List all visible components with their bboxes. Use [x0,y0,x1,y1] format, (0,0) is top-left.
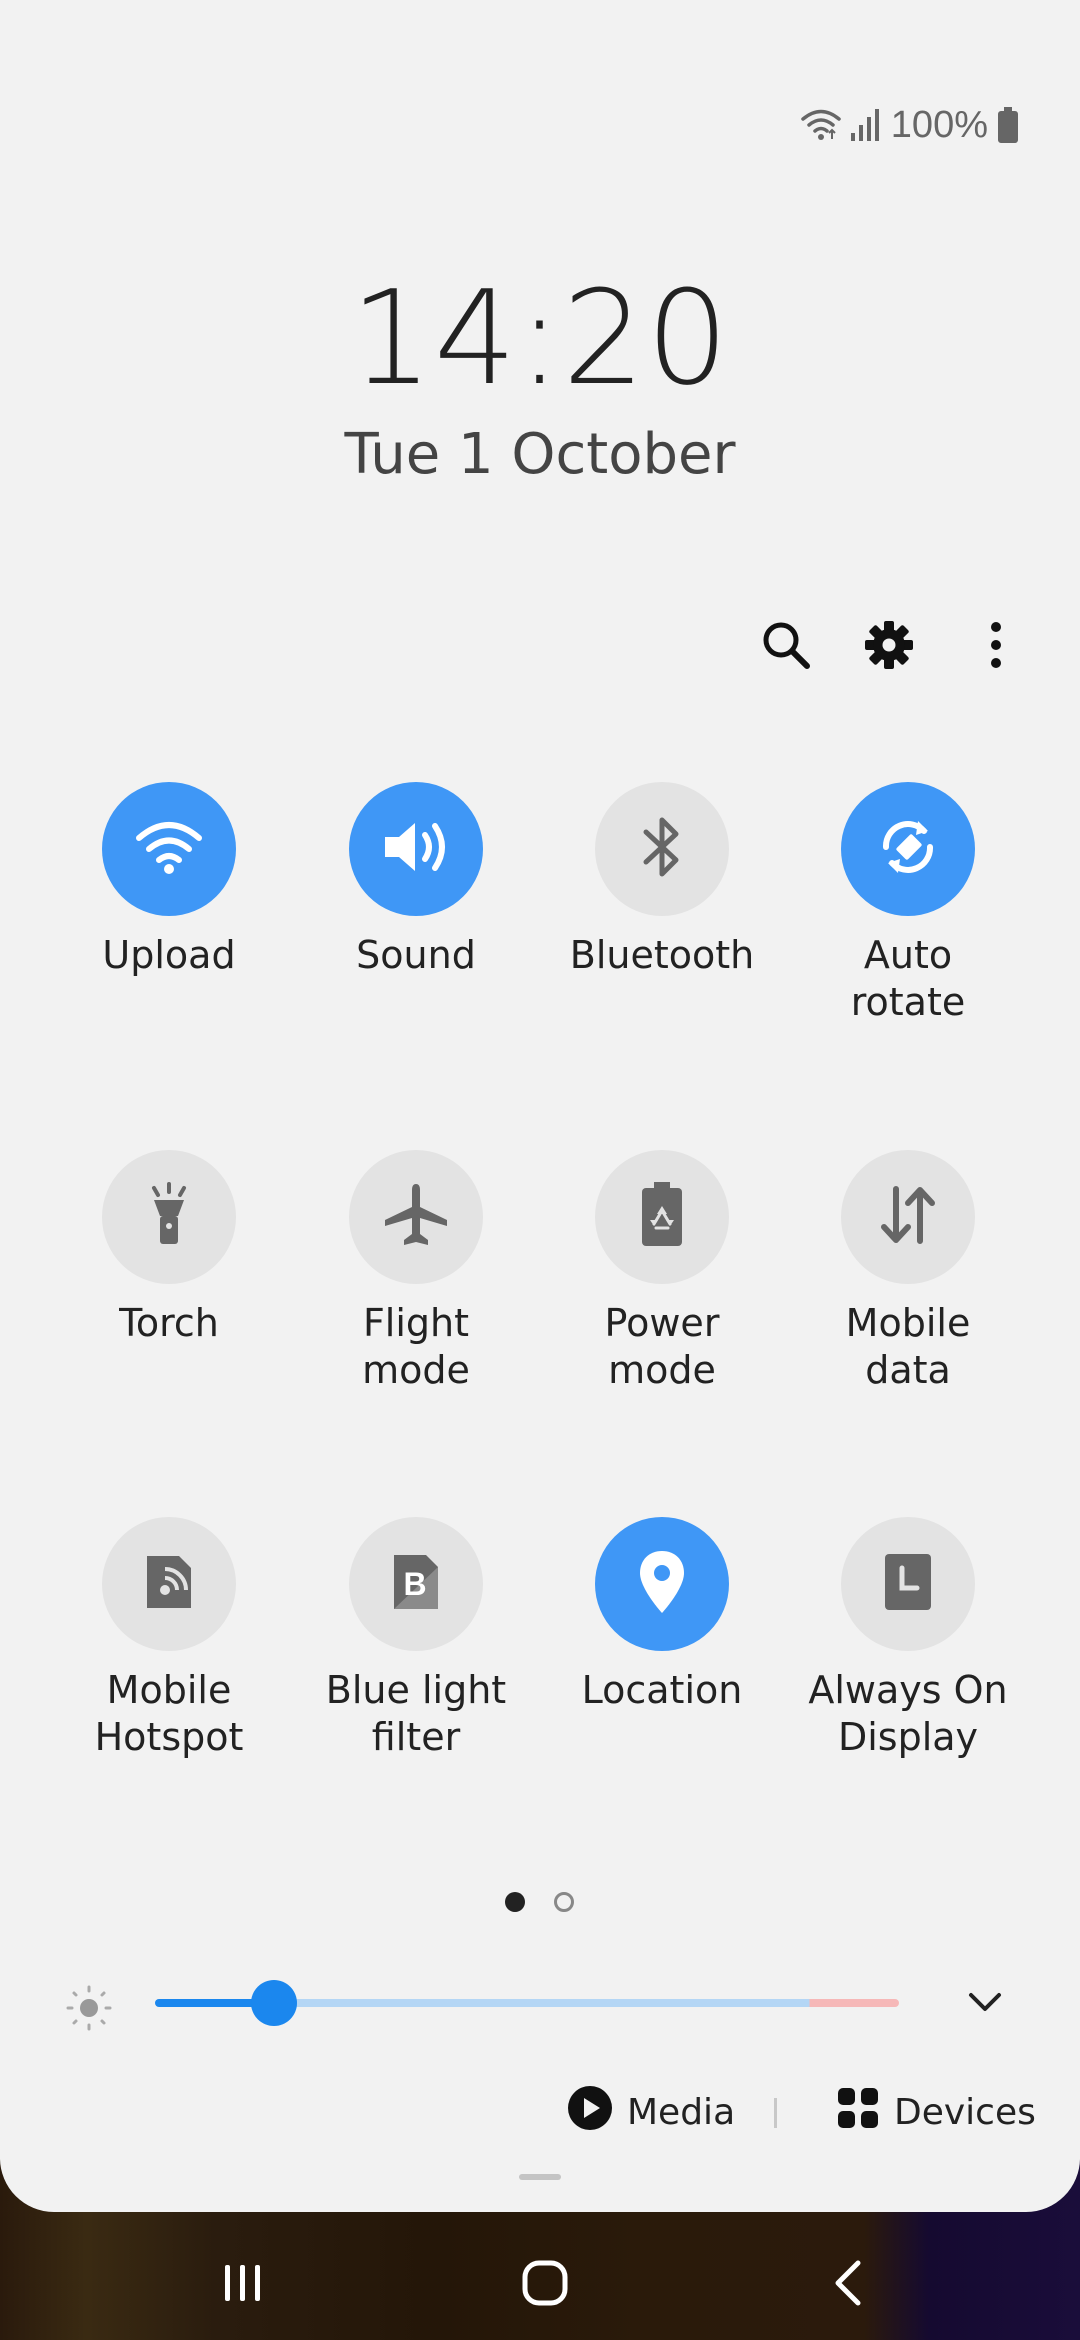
power-mode-icon [640,1181,684,1253]
tile-label: Sound [356,933,476,977]
devices-button[interactable]: Devices [836,2082,1036,2142]
tile-auto-rotate[interactable]: Auto rotate [785,782,1031,1026]
tile-torch[interactable]: Torch [46,1150,292,1347]
play-icon [567,2085,613,2140]
clock-time[interactable]: 14:20 [0,262,1080,414]
tile-flight-mode-button[interactable] [349,1150,483,1284]
wifi-icon [134,818,204,881]
page-dot[interactable] [554,1892,574,1912]
tile-label: Bluetooth [569,933,755,977]
status-bar: 100% [801,100,1018,150]
bluetooth-icon [640,814,684,885]
page-dot-active[interactable] [505,1892,525,1912]
recents-button[interactable] [203,2245,283,2325]
quick-settings-panel: 100% 14:20 Tue 1 October Upload Sound Bl… [0,0,1080,2212]
back-icon [830,2259,866,2312]
tile-label: Location [581,1668,743,1712]
tile-location-button[interactable] [595,1517,729,1651]
torch-icon [142,1181,196,1253]
tile-label: Power mode [604,1301,720,1392]
recents-icon [221,2263,265,2308]
tile-label: Upload [102,933,236,977]
volume-icon [381,817,451,882]
clock-date[interactable]: Tue 1 October [0,422,1080,487]
tile-label: Mobile Hotspot [94,1668,244,1759]
home-button[interactable] [505,2245,585,2325]
tile-label: Blue light filter [325,1668,507,1759]
wifi-icon [801,108,841,142]
tile-always-on-display-button[interactable] [841,1517,975,1651]
tile-power-mode[interactable]: Power mode [539,1150,785,1394]
tile-label: Torch [119,1301,219,1345]
tile-flight-mode[interactable]: Flight mode [293,1150,539,1394]
blue-light-icon: B [390,1551,442,1618]
tile-auto-rotate-button[interactable] [841,782,975,916]
media-label: Media [627,2091,736,2133]
mobile-data-icon [878,1185,938,1250]
hotspot-icon [143,1552,195,1617]
devices-label: Devices [894,2091,1036,2133]
always-on-display-icon [883,1552,933,1617]
tile-always-on-display[interactable]: Always On Display [785,1517,1031,1761]
search-button[interactable] [754,615,818,679]
sun-icon [66,1985,112,2036]
signal-icon [850,109,881,141]
battery-icon [998,107,1018,143]
tile-upload-button[interactable] [102,782,236,916]
svg-text:B: B [403,1566,426,1602]
tile-mobile-hotspot[interactable]: Mobile Hotspot [46,1517,292,1761]
tile-mobile-data[interactable]: Mobile data [785,1150,1031,1394]
tile-bluetooth[interactable]: Bluetooth [539,782,785,979]
location-icon [637,1549,687,1620]
expand-chevron-icon[interactable] [966,1988,1004,2021]
settings-icon [864,620,914,675]
home-icon [521,2259,569,2312]
tile-label: Mobile data [845,1301,971,1392]
tile-upload[interactable]: Upload [46,782,292,979]
search-icon [760,619,812,676]
tile-label: Always On Display [808,1668,1008,1759]
devices-icon [836,2086,880,2139]
more-options-button[interactable] [964,615,1028,679]
tile-mobile-data-button[interactable] [841,1150,975,1284]
divider [774,2098,777,2128]
back-button[interactable] [808,2245,888,2325]
tile-sound-button[interactable] [349,782,483,916]
battery-text: 100% [890,103,988,146]
tile-mobile-hotspot-button[interactable] [102,1517,236,1651]
brightness-slider-thumb[interactable] [251,1980,298,2026]
tile-label: Auto rotate [850,933,966,1024]
more-icon [989,620,1003,675]
panel-drag-handle[interactable] [519,2174,561,2180]
tile-torch-button[interactable] [102,1150,236,1284]
tile-blue-light-filter[interactable]: B Blue light filter [293,1517,539,1761]
tile-sound[interactable]: Sound [293,782,539,979]
tile-blue-light-filter-button[interactable]: B [349,1517,483,1651]
tile-location[interactable]: Location [539,1517,785,1714]
tile-label: Flight mode [362,1301,470,1392]
auto-rotate-icon [872,811,944,888]
media-button[interactable]: Media [567,2082,735,2142]
tile-power-mode-button[interactable] [595,1150,729,1284]
settings-button[interactable] [857,615,921,679]
airplane-icon [381,1180,451,1255]
tile-bluetooth-button[interactable] [595,782,729,916]
